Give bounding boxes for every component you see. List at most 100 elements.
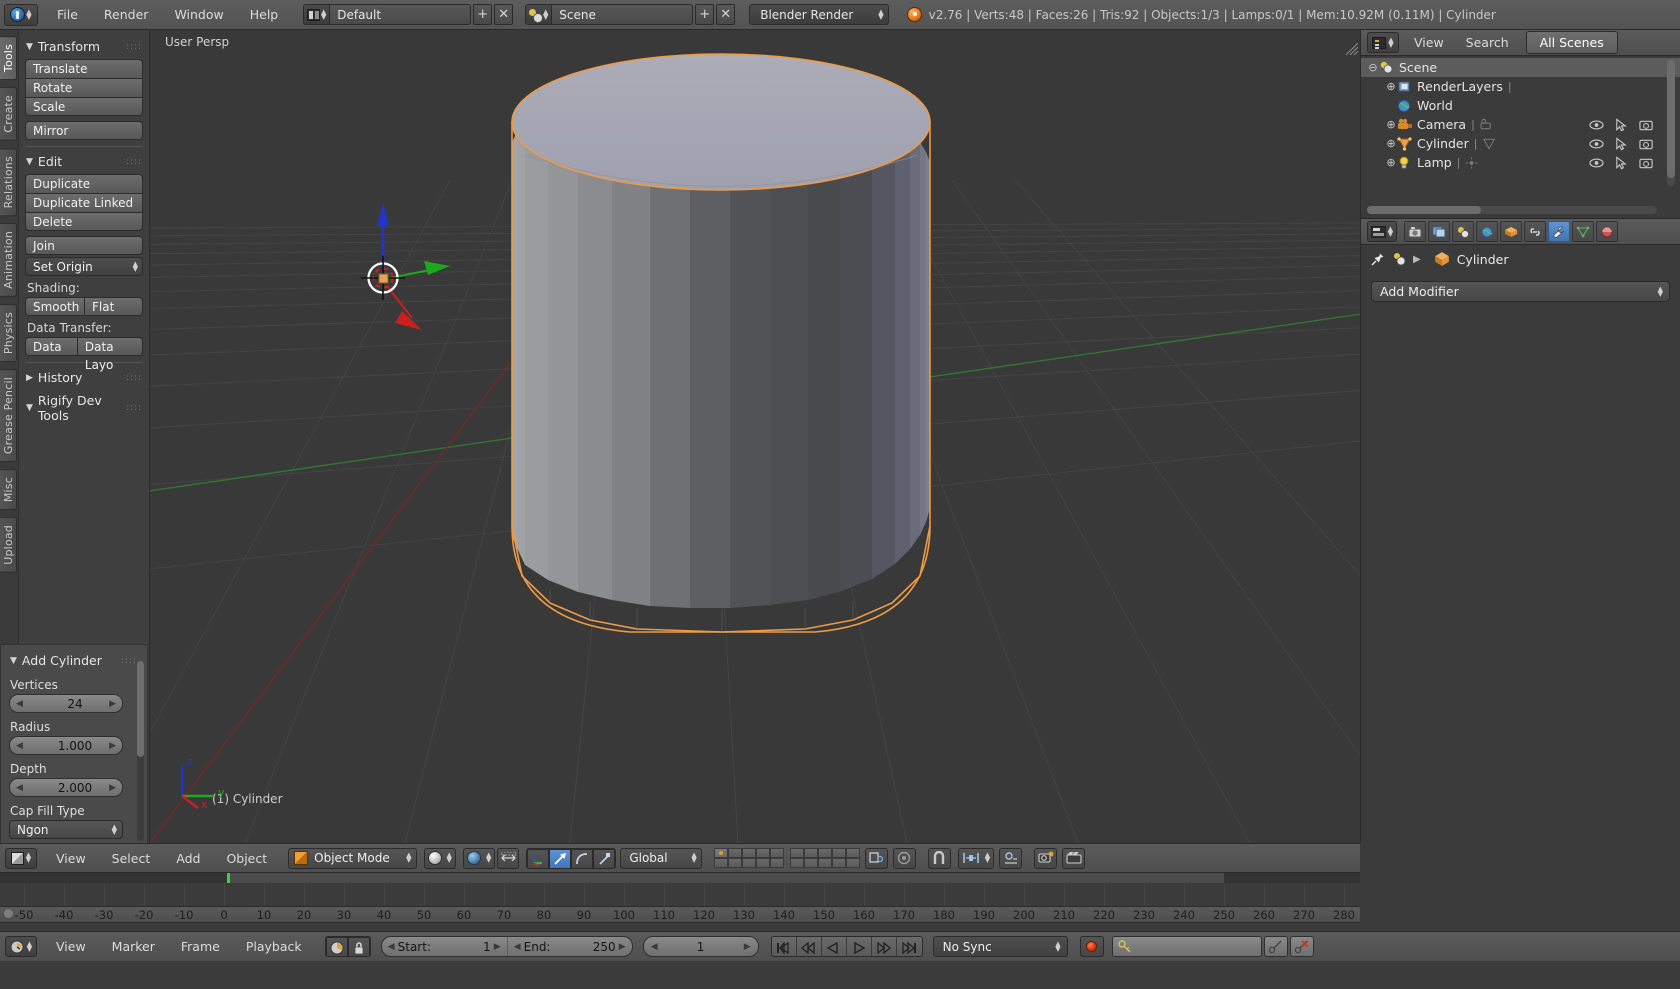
toolshelf-tab-relations[interactable]: Relations (0, 147, 17, 217)
collapse-icon[interactable]: ⊖ (1367, 61, 1379, 74)
previous-keyframe-button[interactable] (796, 937, 822, 956)
outliner-display-mode[interactable]: All Scenes (1525, 31, 1618, 54)
shade-flat-button[interactable]: Flat (84, 297, 143, 316)
menu-render[interactable]: Render (91, 4, 162, 25)
play-button[interactable] (846, 937, 872, 956)
increment-icon[interactable]: ▶ (109, 783, 116, 793)
end-frame-field[interactable]: ◀ End: 250 ▶ (506, 937, 632, 956)
outliner-row-cylinder[interactable]: ⊕ Cylinder | (1361, 134, 1680, 153)
delete-screen-layout-button[interactable]: ✕ (494, 4, 514, 25)
increment-icon[interactable]: ▶ (619, 942, 626, 952)
panel-header-edit[interactable]: ▼ Edit :::: (25, 151, 143, 174)
pivot-point-selector[interactable]: ▲ ▼ (462, 847, 496, 869)
camera-data-icon[interactable] (1480, 118, 1495, 132)
operator-panel-header[interactable]: ▼ Add Cylinder :::: (9, 650, 141, 676)
timeline-menu-frame[interactable]: Frame (168, 936, 233, 957)
translate-button[interactable]: Translate (25, 59, 143, 78)
translate-manipulator-toggle[interactable] (549, 848, 572, 868)
scale-button[interactable]: Scale (25, 97, 143, 116)
operator-panel-scrollbar[interactable] (137, 661, 144, 841)
area-corner-grip[interactable] (1346, 43, 1358, 55)
manipulator-toggle[interactable] (527, 848, 550, 868)
toolshelf-tab-tools[interactable]: Tools (0, 36, 17, 81)
viewport-shading-selector[interactable]: ▲ ▼ (423, 847, 456, 869)
restrict-view-icon[interactable] (1589, 137, 1604, 151)
decrement-icon[interactable]: ◀ (514, 942, 521, 952)
scene-selector[interactable]: ▲ ▼ Scene (525, 4, 694, 25)
restrict-select-icon[interactable] (1614, 117, 1629, 132)
add-scene-button[interactable]: + (695, 4, 715, 25)
snap-element-selector[interactable]: ▲ ▼ (957, 847, 995, 869)
set-origin-dropdown[interactable]: Set Origin ▲ ▼ (25, 257, 143, 276)
outliner-menu-view[interactable]: View (1403, 32, 1455, 53)
interaction-mode-selector[interactable]: Object Mode ▲ ▼ (288, 847, 417, 869)
duplicate-button[interactable]: Duplicate (25, 174, 143, 193)
manipulate-center-points-toggle[interactable] (497, 847, 520, 869)
transform-orientation-selector[interactable]: Global ▲ ▼ (620, 847, 702, 869)
auto-keyframe-toggle[interactable] (325, 937, 348, 956)
frame-range-fields[interactable]: ◀ Start: 1 ▶ ◀ End: 250 ▶ (380, 936, 633, 957)
restrict-select-icon[interactable] (1614, 136, 1629, 151)
view3d-menu-object[interactable]: Object (213, 848, 280, 869)
lock-scene-to-object-button[interactable] (864, 847, 888, 869)
next-keyframe-button[interactable] (871, 937, 897, 956)
properties-tab-scene[interactable] (1452, 221, 1474, 242)
menu-help[interactable]: Help (237, 4, 292, 25)
mesh-data-icon[interactable] (1482, 137, 1497, 151)
radius-field[interactable]: ◀ 1.000 ▶ (9, 736, 123, 755)
join-button[interactable]: Join (25, 236, 143, 255)
toolshelf-tab-upload[interactable]: Upload (0, 517, 17, 574)
properties-tab-object[interactable] (1500, 221, 1522, 242)
outliner-menu-search[interactable]: Search (1455, 32, 1520, 53)
expand-icon[interactable]: ⊕ (1385, 80, 1397, 93)
viewport-3d[interactable]: User Persp (1) Cylinder z y x (150, 30, 1360, 843)
increment-icon[interactable]: ▶ (744, 942, 751, 952)
rotate-manipulator-toggle[interactable] (571, 848, 594, 868)
outliner-editor-type-selector[interactable]: ▲ ▼ (1367, 32, 1399, 53)
expand-icon[interactable]: ⊕ (1385, 137, 1397, 150)
properties-tab-render-layers[interactable] (1428, 221, 1450, 242)
vertices-field[interactable]: ◀ 24 ▶ (9, 694, 123, 713)
render-opengl-button[interactable] (1034, 847, 1058, 869)
editor-type-selector[interactable]: ▲ ▼ (5, 847, 37, 869)
outliner-row-world[interactable]: World (1361, 96, 1680, 115)
increment-icon[interactable]: ▶ (494, 942, 501, 952)
sync-mode-dropdown[interactable]: No Sync ▲ ▼ (932, 936, 1068, 957)
decrement-icon[interactable]: ◀ (16, 783, 23, 793)
decrement-icon[interactable]: ◀ (16, 741, 23, 751)
depth-field[interactable]: ◀ 2.000 ▶ (9, 778, 123, 797)
increment-icon[interactable]: ▶ (109, 699, 116, 709)
layer-group-top[interactable] (713, 848, 784, 868)
timeline-menu-view[interactable]: View (43, 936, 99, 957)
rotate-button[interactable]: Rotate (25, 78, 143, 97)
panel-header-rigify[interactable]: ▼ Rigify Dev Tools :::: (25, 390, 143, 428)
outliner-row-camera[interactable]: ⊕ Camera | (1361, 115, 1680, 134)
timeline-ruler-area[interactable]: -50 -40 -30 -20 -10 0 10 20 30 40 50 60 70 80 90 100 110… (0, 873, 1360, 931)
pin-icon[interactable] (1371, 252, 1385, 266)
decrement-icon[interactable]: ◀ (16, 699, 23, 709)
increment-icon[interactable]: ▶ (109, 741, 116, 751)
properties-tab-data[interactable] (1572, 221, 1594, 242)
render-engine-selector[interactable]: Blender Render ▲ ▼ (749, 4, 889, 25)
timeline-menu-playback[interactable]: Playback (233, 936, 315, 957)
properties-tab-modifiers[interactable] (1548, 221, 1570, 242)
view3d-menu-select[interactable]: Select (99, 848, 164, 869)
delete-button[interactable]: Delete (25, 212, 143, 231)
render-opengl-animation-button[interactable] (1062, 847, 1086, 869)
add-keyframe-button[interactable] (1263, 936, 1288, 957)
restrict-render-icon[interactable] (1639, 137, 1654, 151)
outliner-row-renderlayers[interactable]: ⊕ RenderLayers | (1361, 77, 1680, 96)
restrict-render-icon[interactable] (1639, 156, 1654, 170)
timeline-editor-type-selector[interactable]: ▲ ▼ (5, 936, 37, 957)
cap-fill-type-dropdown[interactable]: Ngon ▲ ▼ (9, 820, 123, 839)
outliner-vertical-scrollbar[interactable] (1667, 60, 1675, 186)
shade-smooth-button[interactable]: Smooth (25, 297, 84, 316)
scale-manipulator-toggle[interactable] (593, 848, 616, 868)
panel-header-transform[interactable]: ▼ Transform :::: (25, 36, 143, 59)
menu-file[interactable]: File (44, 4, 91, 25)
lamp-data-icon[interactable] (1465, 156, 1480, 170)
snap-magnet-button[interactable] (927, 847, 951, 869)
remove-keyframe-button[interactable] (1289, 936, 1314, 957)
properties-tab-constraints[interactable] (1524, 221, 1546, 242)
toolshelf-tab-grease-pencil[interactable]: Grease Pencil (0, 369, 17, 463)
